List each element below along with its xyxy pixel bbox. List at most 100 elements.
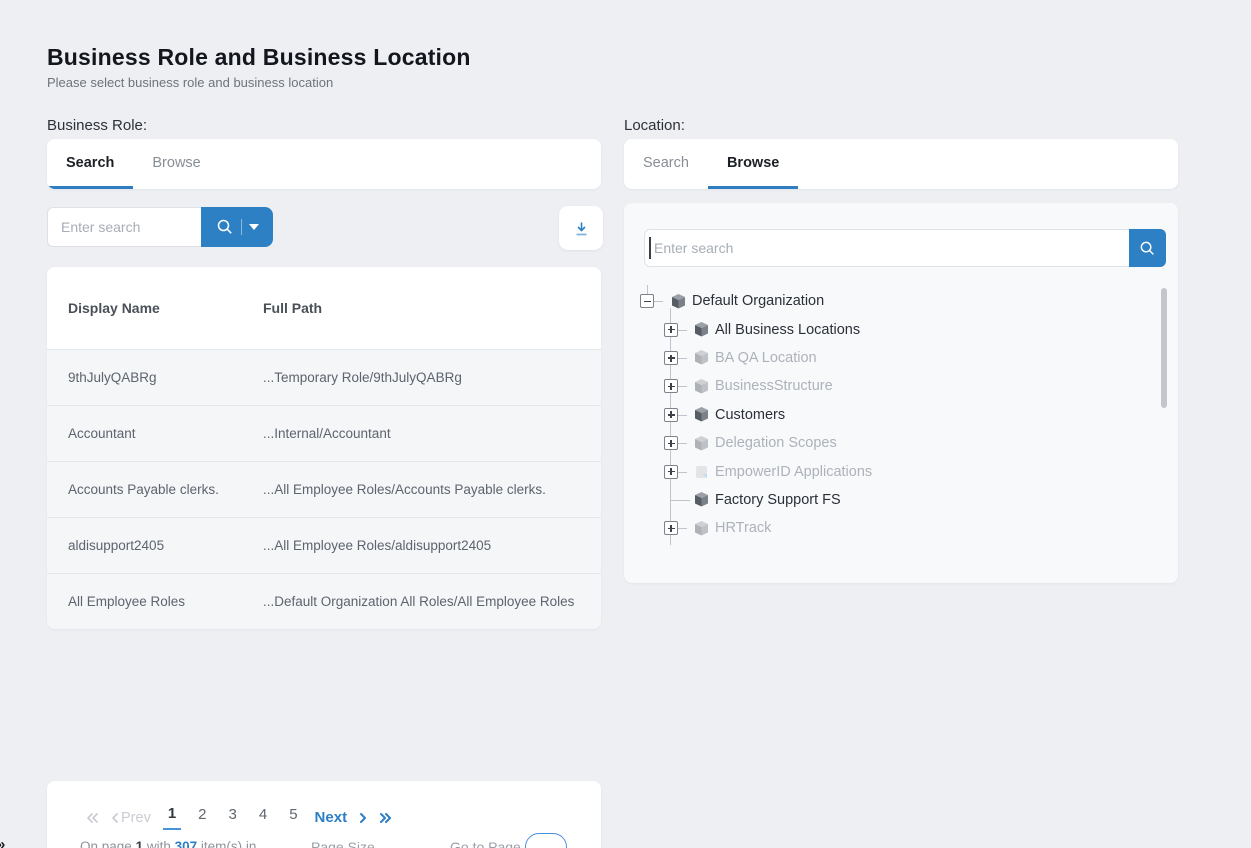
cell-full-path: ...Temporary Role/9thJulyQABRg xyxy=(263,370,601,385)
role-search-button[interactable] xyxy=(201,207,273,247)
page-subtitle: Please select business role and business… xyxy=(47,75,333,90)
page-title: Business Role and Business Location xyxy=(47,44,471,71)
summary-current-page: 1 xyxy=(136,839,144,848)
tree-item-label: Default Organization xyxy=(692,293,824,309)
tree-item-label: HRTrack xyxy=(715,520,771,536)
tree-connector xyxy=(678,401,695,429)
organization-icon xyxy=(695,322,709,337)
tree-item-all-business-locations[interactable]: All Business Locations xyxy=(640,315,1145,343)
tree-connector xyxy=(654,287,672,315)
page-number-1[interactable]: 1 xyxy=(163,805,181,830)
tree-connector xyxy=(678,372,695,400)
tree-item-default-organization[interactable]: Default Organization xyxy=(640,287,1145,315)
location-tab-search-label: Search xyxy=(643,155,689,171)
role-tab-search[interactable]: Search xyxy=(47,139,133,189)
business-role-label: Business Role: xyxy=(47,117,147,134)
location-tab-bar: Search Browse xyxy=(624,139,1178,189)
tree-item-delegation-scopes[interactable]: Delegation Scopes xyxy=(640,429,1145,457)
tree-item-factory-support-fs[interactable]: Factory Support FS xyxy=(640,486,1145,514)
cell-display-name: 9thJulyQABRg xyxy=(47,370,263,385)
tree-item-label: BusinessStructure xyxy=(715,378,833,394)
page-number-5[interactable]: 5 xyxy=(284,806,302,829)
tree-connector xyxy=(678,315,695,343)
collapse-icon[interactable] xyxy=(640,294,654,308)
organization-icon xyxy=(672,294,686,309)
expand-icon[interactable] xyxy=(664,465,678,479)
location-tab-browse-label: Browse xyxy=(727,155,779,171)
tree-item-ba-qa-location[interactable]: BA QA Location xyxy=(640,344,1145,372)
tree-connector xyxy=(664,486,695,514)
role-tab-bar: Search Browse xyxy=(47,139,601,189)
role-tab-browse-label: Browse xyxy=(152,155,200,171)
tree-item-hrtrack[interactable]: HRTrack xyxy=(640,514,1145,542)
download-button[interactable] xyxy=(559,206,603,250)
location-search-button[interactable] xyxy=(1129,229,1166,267)
organization-icon xyxy=(695,350,709,365)
location-browse-card: Default Organization All Business Locati… xyxy=(624,203,1178,583)
page-size-label: Page Size xyxy=(311,839,375,848)
tree-item-label: All Business Locations xyxy=(715,322,860,338)
tree-connector xyxy=(678,344,695,372)
button-divider xyxy=(241,219,242,235)
cell-display-name: Accounts Payable clerks. xyxy=(47,482,263,497)
pagination-summary: On page 1 with 307 item(s) in xyxy=(80,839,256,848)
next-page-button[interactable]: Next xyxy=(315,809,348,826)
go-to-page-label: Go to Page xyxy=(450,839,521,848)
expand-icon[interactable] xyxy=(664,436,678,450)
column-header-display-name: Display Name xyxy=(47,300,263,316)
tree-item-label: Factory Support FS xyxy=(715,492,841,508)
prev-label: Prev xyxy=(121,810,151,826)
chevron-down-icon[interactable] xyxy=(249,224,259,230)
role-tab-browse[interactable]: Browse xyxy=(133,139,219,189)
tree-connector xyxy=(678,514,695,542)
cell-full-path: ...All Employee Roles/Accounts Payable c… xyxy=(263,482,601,497)
location-tab-search[interactable]: Search xyxy=(624,139,708,189)
tree-scrollbar-thumb[interactable] xyxy=(1161,288,1167,408)
tree-item-label: BA QA Location xyxy=(715,350,817,366)
table-row[interactable]: 9thJulyQABRg ...Temporary Role/9thJulyQA… xyxy=(47,349,601,405)
pagination-card: Prev 1 2 3 4 5 Next On page 1 with 307 xyxy=(47,781,601,848)
role-search-row xyxy=(47,207,273,247)
location-tab-browse[interactable]: Browse xyxy=(708,139,798,189)
expand-icon[interactable] xyxy=(664,379,678,393)
search-icon xyxy=(216,218,234,236)
search-icon xyxy=(1139,240,1156,257)
application-icon xyxy=(695,464,709,479)
cell-full-path: ...Default Organization All Roles/All Em… xyxy=(263,594,601,609)
tree-item-customers[interactable]: Customers xyxy=(640,401,1145,429)
expand-icon[interactable] xyxy=(664,408,678,422)
expand-icon[interactable] xyxy=(664,323,678,337)
last-page-icon[interactable] xyxy=(379,812,393,824)
cell-display-name: All Employee Roles xyxy=(47,594,263,609)
column-header-full-path: Full Path xyxy=(263,300,601,316)
organization-icon xyxy=(695,492,709,507)
table-row[interactable]: Accountant ...Internal/Accountant xyxy=(47,405,601,461)
role-search-input[interactable] xyxy=(47,207,201,247)
next-page-icon[interactable] xyxy=(359,812,367,824)
page-number-3[interactable]: 3 xyxy=(224,806,242,829)
organization-icon xyxy=(695,407,709,422)
sidebar-expand-icon[interactable]: » xyxy=(0,836,5,848)
page-number-4[interactable]: 4 xyxy=(254,806,272,829)
first-page-icon[interactable] xyxy=(85,812,99,824)
location-search-input[interactable] xyxy=(644,229,1166,267)
location-label: Location: xyxy=(624,117,685,134)
role-results-table: Display Name Full Path 9thJulyQABRg ...T… xyxy=(47,267,601,629)
table-row[interactable]: All Employee Roles ...Default Organizati… xyxy=(47,573,601,629)
table-header-row: Display Name Full Path xyxy=(47,267,601,349)
expand-icon[interactable] xyxy=(664,351,678,365)
go-to-page-input[interactable] xyxy=(525,833,567,848)
table-row[interactable]: aldisupport2405 ...All Employee Roles/al… xyxy=(47,517,601,573)
prev-page-button[interactable]: Prev xyxy=(111,810,151,826)
cell-display-name: aldisupport2405 xyxy=(47,538,263,553)
table-row[interactable]: Accounts Payable clerks. ...All Employee… xyxy=(47,461,601,517)
tree-item-label: Customers xyxy=(715,407,785,423)
page-number-2[interactable]: 2 xyxy=(193,806,211,829)
expand-icon[interactable] xyxy=(664,521,678,535)
tree-item-businessstructure[interactable]: BusinessStructure xyxy=(640,372,1145,400)
cell-full-path: ...Internal/Accountant xyxy=(263,426,601,441)
tree-item-empowerid-applications[interactable]: EmpowerID Applications xyxy=(640,457,1145,485)
pagination-row: Prev 1 2 3 4 5 Next xyxy=(85,805,393,830)
download-icon xyxy=(573,220,590,237)
summary-item-count: 307 xyxy=(175,839,198,848)
